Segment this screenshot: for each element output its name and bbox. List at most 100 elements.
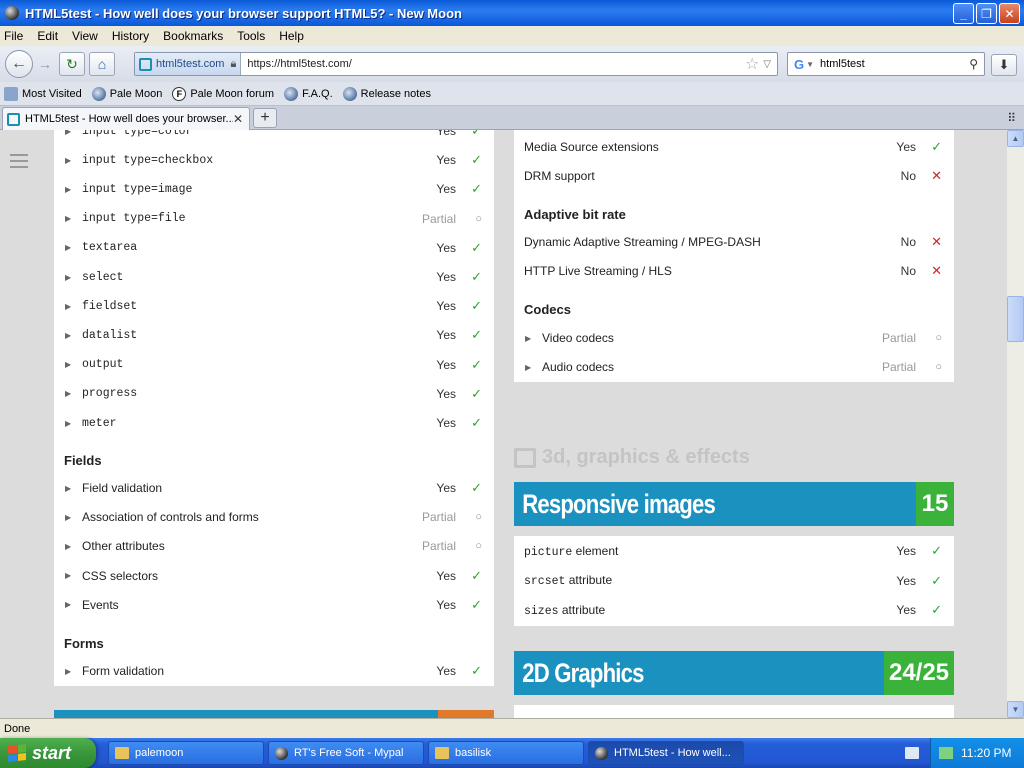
search-icon[interactable]: ⚲ — [969, 57, 978, 71]
result-row[interactable]: ▶ Form validation Yes ✓ — [54, 661, 494, 681]
result-row[interactable]: ▶ Other attributes Partial ○ — [54, 536, 494, 556]
cross-icon: ✕ — [931, 234, 942, 249]
url-input[interactable]: https://html5test.com/ — [241, 58, 745, 70]
back-arrow-icon: ← — [11, 55, 27, 72]
feature-name: srcset attribute — [524, 573, 613, 588]
expand-triangle-icon[interactable]: ▶ — [65, 419, 71, 428]
home-button[interactable]: ⌂ — [89, 52, 115, 76]
url-bar[interactable]: html5test.com 🔒︎ https://html5test.com/ … — [134, 52, 778, 76]
expand-triangle-icon[interactable]: ▶ — [65, 667, 71, 676]
responsive-images-banner[interactable]: Responsive images 15 — [514, 482, 954, 526]
result-row[interactable]: ▶ input type=color Yes ✓ — [54, 130, 494, 141]
search-bar[interactable]: G ▼ html5test ⚲ — [787, 52, 985, 76]
tab-html5test[interactable]: HTML5test - How well does your browser..… — [2, 107, 250, 130]
task-html5test[interactable]: HTML5test - How well... — [588, 741, 744, 765]
url-dropdown-icon[interactable]: ▽ — [763, 59, 771, 70]
expand-triangle-icon[interactable]: ▶ — [65, 600, 71, 609]
minimize-button[interactable]: _ — [953, 3, 974, 24]
result-row[interactable]: ▶ datalist Yes ✓ — [54, 325, 494, 345]
bookmark-most-visited[interactable]: Most Visited — [4, 86, 82, 101]
2d-graphics-banner[interactable]: 2D Graphics 24/25 — [514, 651, 954, 695]
scroll-thumb[interactable] — [1007, 296, 1024, 342]
result-row[interactable]: ▶ input type=file Partial ○ — [54, 209, 494, 229]
result-row[interactable]: ▶ textarea Yes ✓ — [54, 238, 494, 258]
keyboard-layout-icon[interactable] — [905, 747, 919, 759]
close-button[interactable]: ✕ — [999, 3, 1020, 24]
bookmark-star-icon[interactable]: ☆ — [745, 54, 759, 74]
result-row[interactable]: ▶ Association of controls and forms Partia… — [54, 507, 494, 527]
responsive-images-title: Responsive images — [522, 488, 716, 519]
result-row[interactable]: picture element Yes ✓ — [514, 541, 954, 561]
expand-triangle-icon[interactable]: ▶ — [65, 185, 71, 194]
result-row[interactable]: ▶ input type=checkbox Yes ✓ — [54, 150, 494, 170]
menu-tools[interactable]: Tools — [237, 29, 265, 43]
result-row[interactable]: ▶ Events Yes ✓ — [54, 595, 494, 615]
expand-triangle-icon[interactable]: ▶ — [65, 243, 71, 252]
bookmark-pale-moon-forum[interactable]: F Pale Moon forum — [172, 86, 274, 101]
downloads-button[interactable]: ⬇ — [991, 54, 1017, 76]
menu-history[interactable]: History — [112, 29, 149, 43]
result-row[interactable]: ▶ fieldset Yes ✓ — [54, 296, 494, 316]
menu-view[interactable]: View — [72, 29, 98, 43]
result-row[interactable]: ▶ output Yes ✓ — [54, 355, 494, 375]
result-row[interactable]: ▶ meter Yes ✓ — [54, 413, 494, 433]
result-row[interactable]: Media Source extensions Yes ✓ — [514, 137, 954, 157]
result-row[interactable]: ▶ Audio codecs Partial ○ — [514, 357, 954, 377]
expand-triangle-icon[interactable]: ▶ — [65, 130, 71, 136]
expand-triangle-icon[interactable]: ▶ — [65, 484, 71, 493]
new-tab-button[interactable]: + — [253, 108, 277, 128]
task-label: HTML5test - How well... — [614, 747, 731, 759]
expand-triangle-icon[interactable]: ▶ — [65, 513, 71, 522]
vertical-scrollbar[interactable]: ▲ ▼ — [1007, 130, 1024, 718]
result-row[interactable]: ▶ input type=image Yes ✓ — [54, 179, 494, 199]
result-row[interactable]: Dynamic Adaptive Streaming / MPEG-DASH No… — [514, 232, 954, 252]
result-row[interactable]: srcset attribute Yes ✓ — [514, 571, 954, 591]
maximize-button[interactable]: ❐ — [976, 3, 997, 24]
feature-result: Yes — [436, 328, 456, 343]
result-row[interactable]: sizes attribute Yes ✓ — [514, 600, 954, 620]
task-mypal[interactable]: RT's Free Soft - Mypal — [268, 741, 424, 765]
expand-triangle-icon[interactable]: ▶ — [525, 363, 531, 372]
back-button[interactable]: ← — [5, 50, 33, 78]
expand-triangle-icon[interactable]: ▶ — [65, 214, 71, 223]
expand-triangle-icon[interactable]: ▶ — [65, 273, 71, 282]
scroll-down-button[interactable]: ▼ — [1007, 701, 1024, 718]
expand-triangle-icon[interactable]: ▶ — [65, 542, 71, 551]
result-row[interactable]: ▶ Field validation Yes ✓ — [54, 478, 494, 498]
menu-bookmarks[interactable]: Bookmarks — [163, 29, 223, 43]
expand-triangle-icon[interactable]: ▶ — [65, 389, 71, 398]
expand-triangle-icon[interactable]: ▶ — [65, 571, 71, 580]
menu-file[interactable]: File — [4, 29, 23, 43]
expand-triangle-icon[interactable]: ▶ — [65, 156, 71, 165]
expand-triangle-icon[interactable]: ▶ — [65, 360, 71, 369]
task-palemoon[interactable]: palemoon — [108, 741, 264, 765]
search-input[interactable]: html5test — [820, 58, 969, 70]
hamburger-menu-icon[interactable] — [10, 154, 28, 172]
forward-button[interactable]: → — [35, 53, 55, 75]
windows-taskbar: start palemoon RT's Free Soft - Mypal ba… — [0, 738, 1024, 768]
expand-triangle-icon[interactable]: ▶ — [525, 334, 531, 343]
reload-button[interactable]: ↻ — [59, 52, 85, 76]
result-row[interactable]: HTTP Live Streaming / HLS No ✕ — [514, 261, 954, 281]
site-identity-button[interactable]: html5test.com 🔒︎ — [135, 53, 242, 75]
result-row[interactable]: ▶ progress Yes ✓ — [54, 384, 494, 404]
scroll-up-button[interactable]: ▲ — [1007, 130, 1024, 147]
result-row[interactable]: ▶ Video codecs Partial ○ — [514, 328, 954, 348]
tab-close-icon[interactable]: ✕ — [233, 112, 243, 126]
expand-triangle-icon[interactable]: ▶ — [65, 331, 71, 340]
tray-app-icon[interactable] — [939, 747, 953, 759]
result-row[interactable]: ▶ CSS selectors Yes ✓ — [54, 566, 494, 586]
expand-triangle-icon[interactable]: ▶ — [65, 302, 71, 311]
engine-dropdown-icon[interactable]: ▼ — [806, 60, 814, 69]
menu-help[interactable]: Help — [279, 29, 304, 43]
google-engine-icon[interactable]: G — [794, 57, 804, 72]
menu-edit[interactable]: Edit — [37, 29, 58, 43]
bookmark-pale-moon[interactable]: Pale Moon — [91, 86, 162, 101]
result-row[interactable]: ▶ select Yes ✓ — [54, 267, 494, 287]
bookmark-faq[interactable]: F.A.Q. — [284, 86, 333, 101]
tab-groups-icon[interactable]: ⠿ — [1007, 111, 1016, 125]
task-basilisk[interactable]: basilisk — [428, 741, 584, 765]
start-button[interactable]: start — [0, 738, 96, 768]
bookmark-release-notes[interactable]: Release notes — [342, 86, 431, 101]
result-row[interactable]: DRM support No ✕ — [514, 166, 954, 186]
